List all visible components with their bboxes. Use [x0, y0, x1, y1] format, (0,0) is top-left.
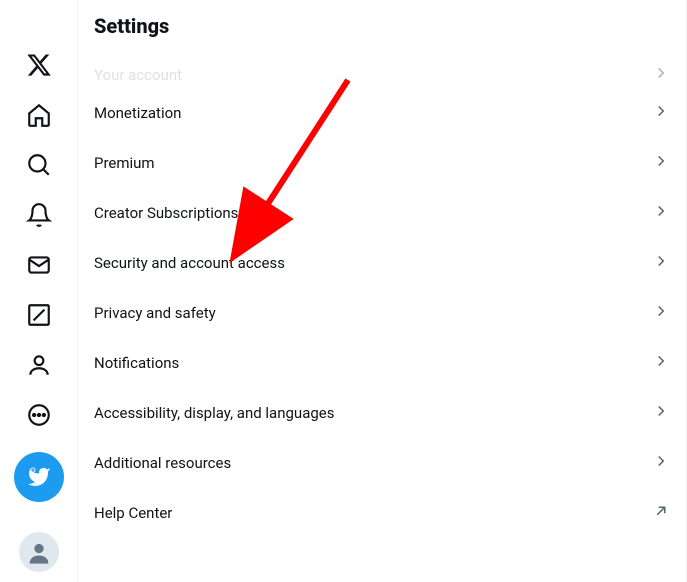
chevron-right-icon [652, 402, 670, 424]
chevron-right-icon [652, 102, 670, 124]
home-icon[interactable] [14, 90, 64, 140]
settings-item-notifications[interactable]: Notifications [78, 338, 686, 388]
settings-panel: Settings Your account Monetization Premi… [78, 0, 687, 582]
settings-item-label: Accessibility, display, and languages [94, 404, 334, 422]
settings-item-label: Creator Subscriptions [94, 204, 238, 222]
settings-item-label: Notifications [94, 354, 179, 372]
compose-button[interactable] [14, 452, 64, 502]
settings-item-label: Additional resources [94, 454, 231, 472]
settings-item-label: Security and account access [94, 254, 285, 272]
chevron-right-icon [652, 152, 670, 174]
settings-item-label: Help Center [94, 504, 172, 522]
messages-icon[interactable] [14, 240, 64, 290]
chevron-right-icon [652, 452, 670, 474]
settings-item-monetization[interactable]: Monetization [78, 88, 686, 138]
settings-item-creator-subscriptions[interactable]: Creator Subscriptions [78, 188, 686, 238]
grok-icon[interactable] [14, 290, 64, 340]
external-link-icon [652, 502, 670, 524]
settings-item-label: Monetization [94, 104, 181, 122]
settings-item-label: Premium [94, 154, 155, 172]
page-header: Settings [78, 0, 686, 48]
more-icon[interactable] [14, 390, 64, 440]
sidebar [0, 0, 78, 582]
chevron-right-icon [652, 202, 670, 224]
chevron-right-icon [652, 302, 670, 324]
profile-icon[interactable] [14, 340, 64, 390]
notifications-icon[interactable] [14, 190, 64, 240]
settings-item-premium[interactable]: Premium [78, 138, 686, 188]
page-title: Settings [94, 14, 670, 38]
faded-label: Your account [94, 66, 182, 84]
avatar[interactable] [19, 532, 59, 572]
faded-your-account-row: Your account [94, 64, 670, 86]
settings-item-additional-resources[interactable]: Additional resources [78, 438, 686, 488]
settings-item-label: Privacy and safety [94, 304, 216, 322]
search-icon[interactable] [14, 140, 64, 190]
settings-item-accessibility[interactable]: Accessibility, display, and languages [78, 388, 686, 438]
settings-item-security[interactable]: Security and account access [78, 238, 686, 288]
logo-icon[interactable] [14, 40, 64, 90]
chevron-right-icon [652, 252, 670, 274]
settings-list: Monetization Premium Creator Subscriptio… [78, 88, 686, 538]
settings-item-privacy[interactable]: Privacy and safety [78, 288, 686, 338]
settings-item-help-center[interactable]: Help Center [78, 488, 686, 538]
chevron-right-icon [652, 352, 670, 374]
chevron-right-icon [652, 64, 670, 86]
